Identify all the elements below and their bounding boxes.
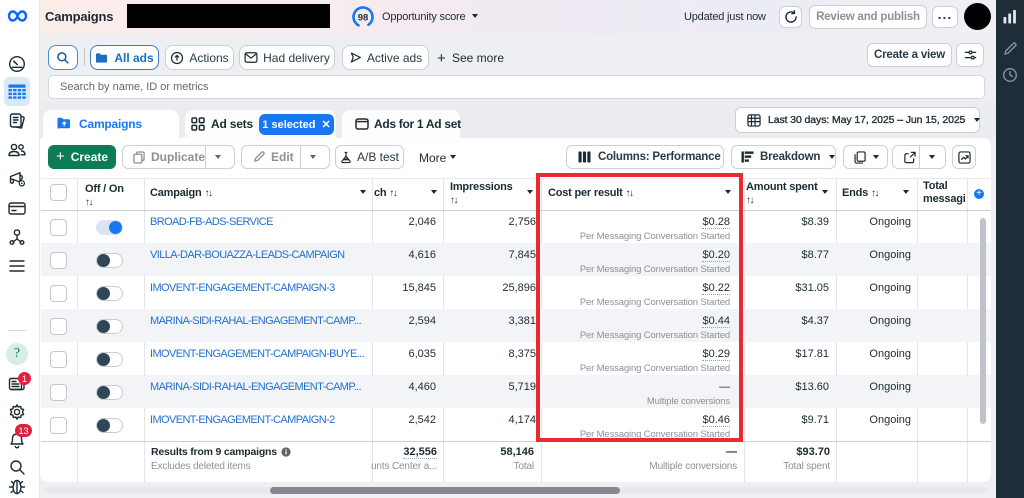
svg-text:98: 98 — [358, 13, 369, 24]
